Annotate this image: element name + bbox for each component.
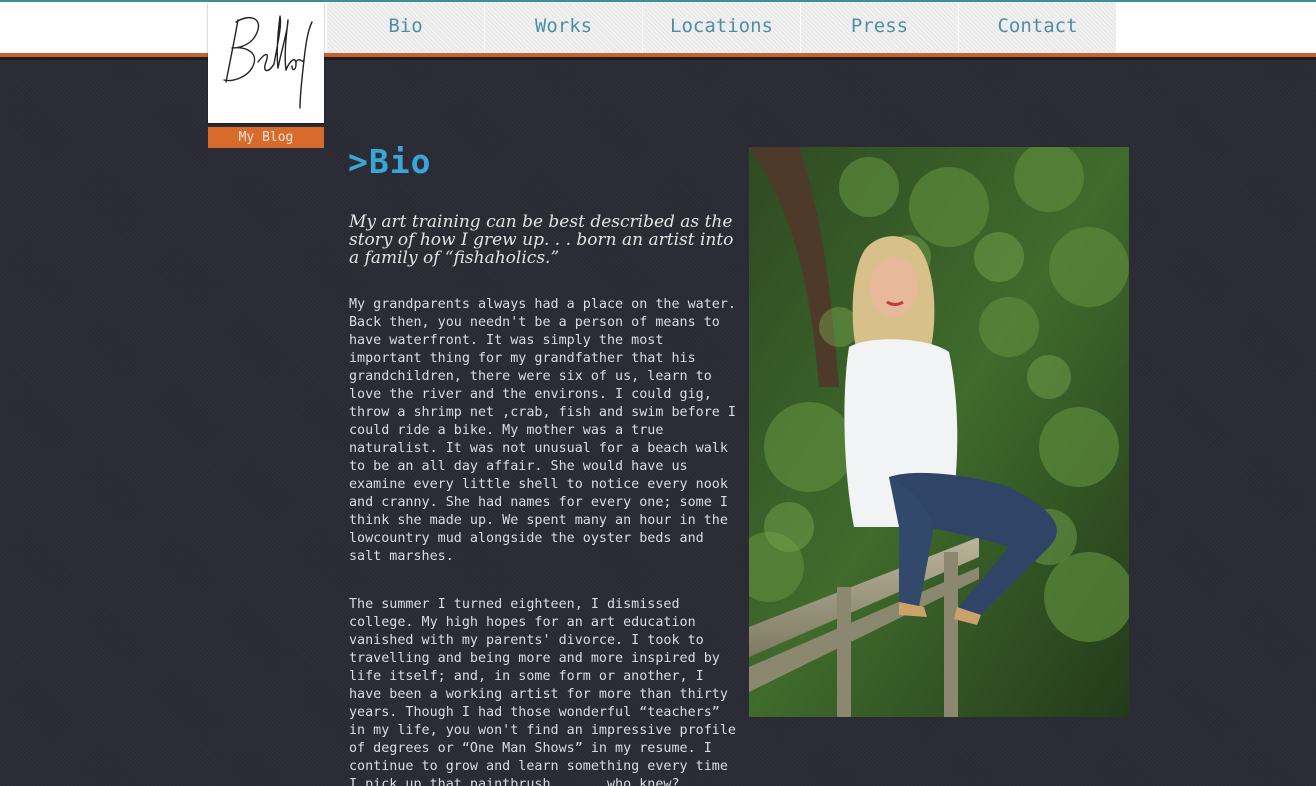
nav-bio[interactable]: Bio <box>327 2 484 53</box>
my-blog-link[interactable]: My Blog <box>208 127 324 148</box>
artist-portrait-photo <box>749 147 1129 717</box>
bio-intro: My art training can be best described as… <box>349 212 734 268</box>
bio-paragraph-1: My grandparents always had a place on th… <box>349 297 736 564</box>
nav-press[interactable]: Press <box>801 2 958 53</box>
main-nav: Bio Works Locations Press Contact <box>327 2 1117 53</box>
bio-paragraph-2: The summer I turned eighteen, I dismisse… <box>349 597 736 786</box>
nav-contact[interactable]: Contact <box>959 2 1116 53</box>
portrait-image <box>749 147 1129 717</box>
signature-logo-icon <box>223 15 313 109</box>
signature-logo[interactable] <box>208 2 324 123</box>
nav-works[interactable]: Works <box>485 2 642 53</box>
header-shadow <box>0 57 1316 60</box>
page-title: >Bio <box>348 142 432 181</box>
nav-locations[interactable]: Locations <box>643 2 800 53</box>
